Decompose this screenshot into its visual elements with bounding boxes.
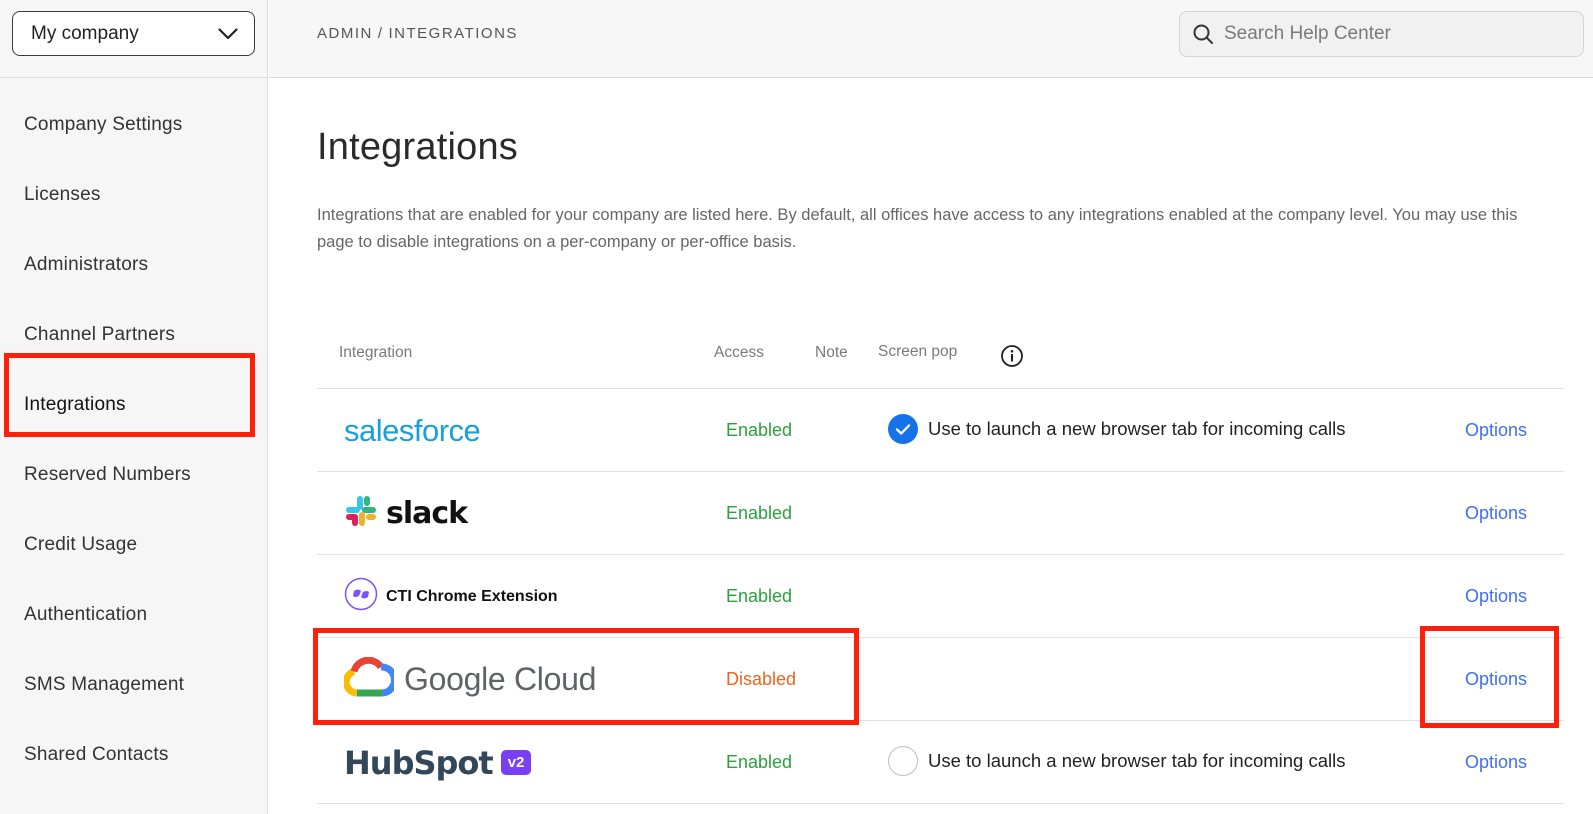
column-header-note: Note <box>815 344 848 361</box>
sidebar-item-label: SMS Management <box>24 674 185 695</box>
sidebar-item-label: Administrators <box>24 254 149 275</box>
sidebar-item-credit-usage[interactable]: Credit Usage <box>0 510 268 580</box>
company-selector-label: My company <box>31 22 139 44</box>
checkbox-checked-icon[interactable] <box>888 414 918 444</box>
integrations-table: Integration Access Note Screen pop sales… <box>317 326 1564 804</box>
page-description: Integrations that are enabled for your c… <box>317 206 1518 251</box>
sidebar-item-label: Reserved Numbers <box>24 464 191 485</box>
table-row: CTI Chrome Extension Enabled Options <box>317 555 1564 638</box>
chevron-down-icon <box>218 27 238 40</box>
salesforce-logo: salesforce <box>344 389 481 472</box>
breadcrumb-separator: / <box>377 25 384 42</box>
highlight-box-sidebar-integrations <box>4 353 255 437</box>
sidebar-item-label: Authentication <box>24 604 148 625</box>
dialpad-icon <box>344 577 378 616</box>
sidebar-item-reserved-numbers[interactable]: Reserved Numbers <box>0 440 268 510</box>
table-header: Integration Access Note Screen pop <box>317 326 1564 389</box>
table-row: slack Enabled Options <box>317 472 1564 555</box>
options-link[interactable]: Options <box>1465 420 1527 441</box>
integration-name: HubSpot <box>344 743 494 782</box>
slack-logo: slack <box>344 472 468 555</box>
sidebar-item-administrators[interactable]: Administrators <box>0 230 268 300</box>
sidebar-item-authentication[interactable]: Authentication <box>0 580 268 650</box>
table-row: HubSpot v2 Enabled Use to launch a new b… <box>317 721 1564 804</box>
screen-pop-toggle[interactable]: Use to launch a new browser tab for inco… <box>888 414 1345 444</box>
sidebar-item-label: Licenses <box>24 184 101 205</box>
access-status: Enabled <box>726 420 793 440</box>
sidebar-divider <box>0 77 268 78</box>
screen-pop-label: Use to launch a new browser tab for inco… <box>928 418 1346 439</box>
sidebar-item-sms-management[interactable]: SMS Management <box>0 650 268 720</box>
column-header-integration: Integration <box>339 344 413 361</box>
screen-pop-toggle[interactable]: Use to launch a new browser tab for inco… <box>888 746 1345 776</box>
sidebar-item-licenses[interactable]: Licenses <box>0 160 268 230</box>
breadcrumb: ADMIN / INTEGRATIONS <box>317 25 518 42</box>
page-title: Integrations <box>317 126 518 168</box>
breadcrumb-item-admin[interactable]: ADMIN <box>317 25 373 42</box>
sidebar-item-label: Credit Usage <box>24 534 138 555</box>
access-status: Enabled <box>726 752 793 772</box>
slack-icon <box>344 494 378 533</box>
sidebar-item-label: Company Settings <box>24 114 183 135</box>
search-box[interactable] <box>1179 11 1584 57</box>
highlight-box-options <box>1420 626 1559 728</box>
column-header-access: Access <box>714 344 764 361</box>
options-link[interactable]: Options <box>1465 586 1527 607</box>
checkbox-unchecked-icon[interactable] <box>888 746 918 776</box>
sidebar-item-company-settings[interactable]: Company Settings <box>0 90 268 160</box>
access-status: Enabled <box>726 503 793 523</box>
breadcrumb-item-integrations: INTEGRATIONS <box>388 25 518 42</box>
table-row: salesforce Enabled Use to launch a new b… <box>317 389 1564 472</box>
top-bar: ADMIN / INTEGRATIONS <box>269 0 1593 78</box>
sidebar-nav: Company Settings Licenses Administrators… <box>0 90 268 790</box>
integration-name: slack <box>386 496 468 531</box>
column-header-screen-pop: Screen pop <box>878 343 958 360</box>
sidebar-item-shared-contacts[interactable]: Shared Contacts <box>0 720 268 790</box>
integration-name: CTI Chrome Extension <box>386 587 558 605</box>
version-badge: v2 <box>500 750 532 775</box>
sidebar-item-label: Shared Contacts <box>24 744 169 765</box>
options-link[interactable]: Options <box>1465 503 1527 524</box>
access-status: Enabled <box>726 586 793 606</box>
search-input[interactable] <box>1224 23 1564 45</box>
options-link[interactable]: Options <box>1465 752 1527 773</box>
info-icon[interactable] <box>1000 344 1024 373</box>
search-icon <box>1192 23 1224 45</box>
company-selector[interactable]: My company <box>12 11 255 56</box>
screen-pop-label: Use to launch a new browser tab for inco… <box>928 750 1346 771</box>
cti-chrome-extension-logo: CTI Chrome Extension <box>344 555 558 638</box>
highlight-box-google-cloud-row <box>313 628 859 725</box>
integration-name: salesforce <box>344 412 481 448</box>
hubspot-logo: HubSpot v2 <box>344 721 532 804</box>
sidebar-item-label: Channel Partners <box>24 324 176 345</box>
